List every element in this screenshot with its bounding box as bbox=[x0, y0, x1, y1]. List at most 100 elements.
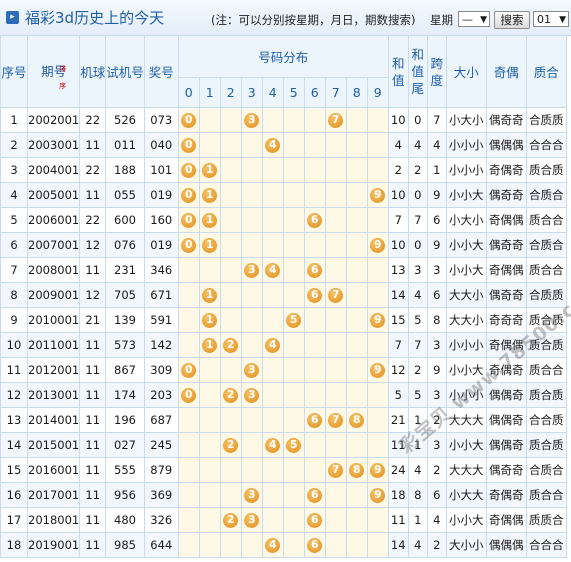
distribution-cell bbox=[240, 207, 263, 233]
distribution-cell bbox=[240, 232, 263, 258]
span-cell: 2 bbox=[426, 457, 447, 483]
table-row: 7 2008001 11 231 346 3 4 6 13 3 3 小小大 奇偶偶 质合合 bbox=[0, 257, 567, 283]
digit-header: 9 bbox=[366, 77, 389, 108]
machine-cell: 11 bbox=[79, 507, 107, 533]
machine-cell: 11 bbox=[79, 482, 107, 508]
distribution-cell: 3 bbox=[240, 382, 263, 408]
prize-cell: 073 bbox=[143, 107, 179, 133]
distribution-cell bbox=[345, 157, 368, 183]
trial-cell: 480 bbox=[105, 507, 145, 533]
distribution-cell bbox=[282, 232, 305, 258]
distribution-cell bbox=[240, 307, 263, 333]
sum-tail-cell: 3 bbox=[407, 257, 428, 283]
sum-cell: 12 bbox=[387, 357, 409, 383]
distribution-cell bbox=[282, 207, 305, 233]
distribution-cell: 3 bbox=[240, 357, 263, 383]
distribution-cell bbox=[261, 382, 284, 408]
distribution-cell: 0 bbox=[177, 182, 200, 208]
distribution-cell bbox=[345, 432, 368, 458]
machine-cell: 11 bbox=[79, 332, 107, 358]
span-cell: 2 bbox=[426, 532, 447, 558]
digit-ball: 9 bbox=[370, 463, 386, 478]
digit-ball: 0 bbox=[181, 388, 197, 403]
col-size: 大小 bbox=[445, 35, 487, 108]
digit-header: 8 bbox=[345, 77, 368, 108]
col-prime: 质合 bbox=[525, 35, 567, 108]
sum-cell: 15 bbox=[387, 307, 409, 333]
distribution-cell: 0 bbox=[177, 232, 200, 258]
sum-cell: 7 bbox=[387, 332, 409, 358]
table-row: 12 2013001 11 174 203 0 2 3 5 5 3 小小小 偶偶奇 质合质 bbox=[0, 382, 567, 408]
distribution-cell: 9 bbox=[366, 482, 389, 508]
issue-cell: 2003001 bbox=[26, 132, 81, 158]
distribution-cell bbox=[282, 457, 305, 483]
prize-cell: 591 bbox=[143, 307, 179, 333]
trial-cell: 555 bbox=[105, 457, 145, 483]
distribution-cell: 0 bbox=[177, 382, 200, 408]
digit-ball: 9 bbox=[370, 313, 386, 328]
prize-cell: 245 bbox=[143, 432, 179, 458]
seq-cell: 7 bbox=[0, 257, 28, 283]
issue-cell: 2013001 bbox=[26, 382, 81, 408]
distribution-cell bbox=[219, 357, 242, 383]
distribution-cell: 6 bbox=[303, 507, 326, 533]
distribution-cell: 7 bbox=[324, 457, 347, 483]
table-row: 13 2014001 11 196 687 6 7 8 21 1 2 大大大 偶偶奇 合合质 bbox=[0, 407, 567, 433]
col-issue[interactable]: 期号 排序 bbox=[26, 35, 81, 108]
col-sum: 和值 bbox=[387, 35, 409, 108]
distribution-cell bbox=[324, 232, 347, 258]
seq-cell: 10 bbox=[0, 332, 28, 358]
table-row: 2 2003001 11 011 040 0 4 4 4 4 小小小 偶偶偶 合合合 bbox=[0, 132, 567, 158]
day-select[interactable]: 01 ▼ bbox=[533, 11, 569, 27]
distribution-cell bbox=[261, 482, 284, 508]
table-row: 16 2017001 11 956 369 3 6 9 18 8 6 小大大 奇偶奇 质合合 bbox=[0, 482, 567, 508]
span-cell: 9 bbox=[426, 232, 447, 258]
prime-cell: 质合合 bbox=[525, 207, 567, 233]
issue-cell: 2014001 bbox=[26, 407, 81, 433]
prize-cell: 687 bbox=[143, 407, 179, 433]
col-prize: 奖号 bbox=[143, 35, 179, 108]
machine-cell: 22 bbox=[79, 107, 107, 133]
prime-cell: 质合质 bbox=[525, 157, 567, 183]
size-cell: 小小小 bbox=[445, 157, 487, 183]
digit-header: 7 bbox=[324, 77, 347, 108]
trial-cell: 705 bbox=[105, 282, 145, 308]
prime-cell: 合合合 bbox=[525, 132, 567, 158]
distribution-cell bbox=[219, 232, 242, 258]
distribution-cell: 6 bbox=[303, 282, 326, 308]
distribution-cell: 7 bbox=[324, 407, 347, 433]
sort-icon[interactable]: 排序 bbox=[59, 61, 66, 95]
prime-cell: 合质质 bbox=[525, 107, 567, 133]
distribution-cell bbox=[366, 532, 389, 558]
search-button[interactable]: 搜索 bbox=[494, 11, 530, 29]
distribution-cell bbox=[198, 532, 221, 558]
trial-cell: 985 bbox=[105, 532, 145, 558]
machine-cell: 11 bbox=[79, 532, 107, 558]
span-cell: 9 bbox=[426, 182, 447, 208]
span-cell: 4 bbox=[426, 132, 447, 158]
distribution-cell: 6 bbox=[303, 532, 326, 558]
digit-ball: 0 bbox=[181, 163, 197, 178]
size-cell: 小小小 bbox=[445, 332, 487, 358]
digit-ball: 1 bbox=[202, 288, 218, 303]
distribution-cell bbox=[219, 457, 242, 483]
week-select[interactable]: — ▼ bbox=[458, 11, 490, 27]
distribution-cell bbox=[240, 457, 263, 483]
distribution-cell bbox=[219, 257, 242, 283]
table-row: 10 2011001 11 573 142 1 2 4 7 7 3 小小小 奇偶偶 质合质 bbox=[0, 332, 567, 358]
parity-cell: 奇偶奇 bbox=[485, 157, 527, 183]
distribution-cell bbox=[303, 457, 326, 483]
distribution-cell bbox=[303, 432, 326, 458]
distribution-cell bbox=[240, 282, 263, 308]
sum-tail-cell: 7 bbox=[407, 207, 428, 233]
distribution-cell bbox=[282, 382, 305, 408]
sum-tail-cell: 7 bbox=[407, 332, 428, 358]
seq-cell: 9 bbox=[0, 307, 28, 333]
sum-tail-cell: 4 bbox=[407, 532, 428, 558]
size-cell: 小小大 bbox=[445, 232, 487, 258]
distribution-cell bbox=[261, 282, 284, 308]
parity-cell: 偶偶奇 bbox=[485, 382, 527, 408]
digit-ball: 1 bbox=[202, 213, 218, 228]
parity-cell: 偶奇奇 bbox=[485, 182, 527, 208]
issue-cell: 2010001 bbox=[26, 307, 81, 333]
